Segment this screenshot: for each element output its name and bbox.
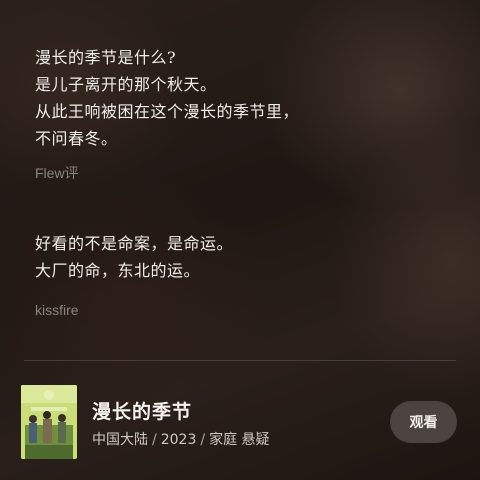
review-line: 漫长的季节是什么? [35,48,177,67]
review-line: 从此王响被困在这个漫长的季节里， [35,102,300,121]
review-line: 好看的不是命案，是命运。 [35,234,234,253]
review-page: 漫长的季节是什么? 是儿子离开的那个秋天。 从此王响被困在这个漫长的季节里， 不… [0,0,480,480]
review-line: 大厂的命，东北的运。 [35,261,201,280]
review-author-2[interactable]: kissfire [35,302,79,318]
movie-year: 2023 [160,432,197,448]
review-line: 不问春冬。 [35,129,118,148]
meta-separator: / [200,432,206,448]
movie-poster-image[interactable] [21,385,77,459]
review-author-1[interactable]: Flew评 [35,163,79,183]
watch-button[interactable]: 观看 [390,401,457,443]
movie-card[interactable]: 漫长的季节 中国大陆/2023/家庭 悬疑 观看 [0,361,480,480]
movie-meta: 中国大陆/2023/家庭 悬疑 [92,429,270,449]
review-line: 是儿子离开的那个秋天。 [35,75,217,94]
review-quote-1: 漫长的季节是什么? 是儿子离开的那个秋天。 从此王响被困在这个漫长的季节里， 不… [35,44,299,152]
movie-title[interactable]: 漫长的季节 [92,397,192,424]
poster-art [21,385,77,459]
movie-genres: 家庭 悬疑 [209,432,270,448]
review-quote-2: 好看的不是命案，是命运。 大厂的命，东北的运。 [35,230,233,284]
meta-separator: / [152,432,157,448]
movie-region: 中国大陆 [92,432,148,448]
